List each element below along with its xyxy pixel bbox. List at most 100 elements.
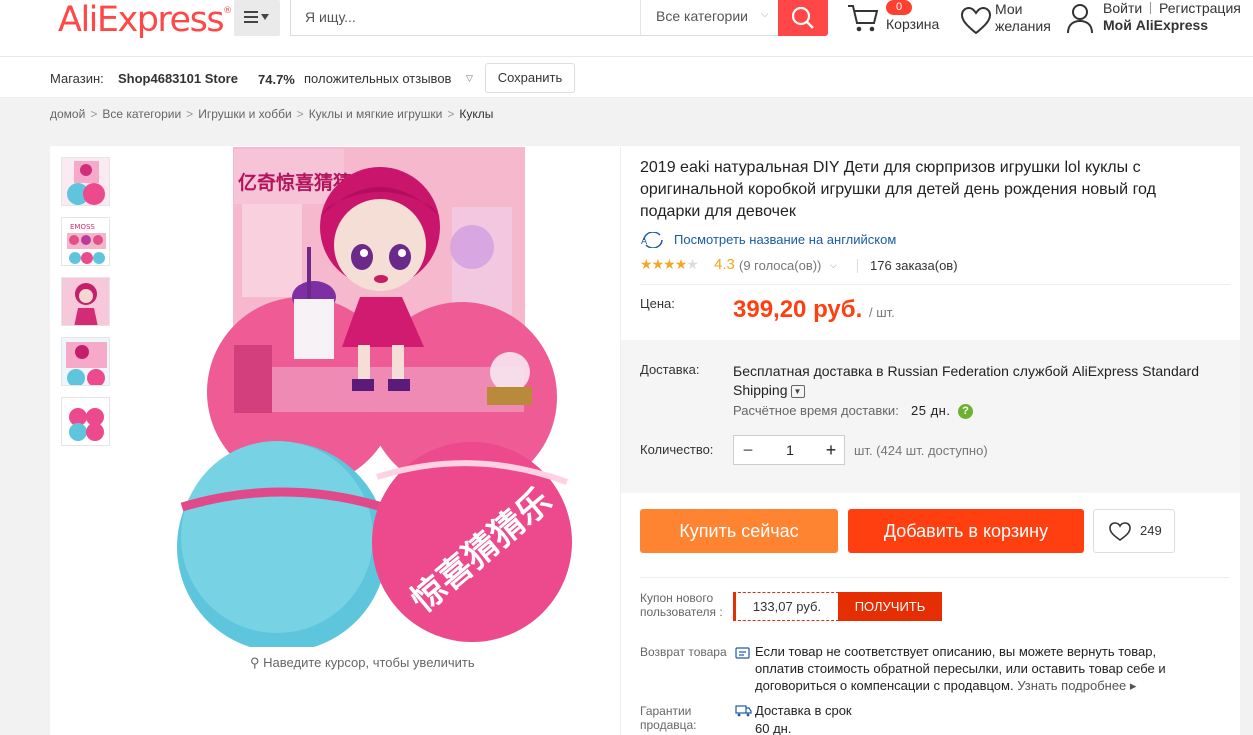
search-button[interactable] (778, 0, 828, 36)
coupon-value: 133,07 руб. (733, 592, 839, 621)
thumbnail-caption: EMOSS (70, 223, 95, 231)
chevron-down-icon: ⌵ (761, 9, 769, 20)
quantity-input[interactable]: 1 (762, 436, 818, 464)
product-photo: 亿奇惊喜猜猜乐 惊喜猜猜乐 (142, 147, 618, 647)
search-icon (791, 6, 814, 29)
login-link[interactable]: Войти (1103, 0, 1142, 16)
orders-count: 176 заказа(ов) (870, 258, 958, 273)
return-label: Возврат товара (640, 645, 727, 659)
chevron-down-icon: ⌵ (830, 260, 837, 270)
quantity-increase-button[interactable]: + (818, 436, 844, 464)
star-half-icon: ★ (686, 256, 699, 272)
guarantee-line-1: Доставка в срок (755, 703, 852, 718)
breadcrumb-separator: > (90, 107, 98, 121)
hamburger-icon (244, 11, 269, 23)
return-icon (735, 647, 750, 659)
help-icon[interactable]: ? (958, 404, 973, 419)
rating-stars: ★★★★★ (640, 256, 699, 273)
star-icon: ★ (663, 256, 676, 272)
product-title: 2019 eaki натуральная DIY Дети для сюрпр… (640, 159, 1156, 220)
main-product-image[interactable]: 亿奇惊喜猜猜乐 惊喜猜猜乐 (142, 147, 618, 647)
star-icon: ★ (651, 256, 665, 272)
guarantee-label: Гарантии продавца: (640, 704, 697, 732)
thumbnail-image: EMOSS (62, 218, 109, 265)
divider (640, 577, 1230, 578)
logo-text: AliExpress (58, 0, 225, 40)
zoom-hint: ⚲ Наведите курсор, чтобы увеличить (250, 655, 475, 671)
votes-link[interactable]: (9 голоса(ов)) (739, 258, 821, 273)
thumbnail-image (62, 278, 109, 325)
thumbnail-image (62, 398, 109, 445)
product-thumbnail[interactable] (61, 157, 110, 206)
price-value: 399,20 руб. (733, 296, 863, 323)
quantity-decrease-button[interactable]: − (734, 436, 762, 464)
quantity-label: Количество: (640, 442, 714, 457)
thumbnail-image (62, 338, 109, 385)
user-icon[interactable] (1066, 2, 1094, 34)
breadcrumb-all-categories[interactable]: Все категории (102, 107, 181, 121)
delivery-time-label: Расчётное время доставки: (733, 403, 899, 418)
add-to-wishlist-button[interactable]: 249 (1093, 509, 1175, 553)
price-unit: / шт. (869, 305, 895, 320)
breadcrumb-dolls-soft-toys[interactable]: Куклы и мягкие игрушки (309, 107, 443, 121)
shipping-info: Бесплатная доставка в Russian Federation… (733, 362, 1223, 400)
buy-now-button[interactable]: Купить сейчас (640, 509, 838, 553)
star-icon: ★ (640, 256, 653, 272)
aliexpress-logo[interactable]: AliExpress® (58, 0, 232, 40)
shipping-label: Доставка: (640, 362, 700, 377)
get-coupon-button[interactable]: ПОЛУЧИТЬ (838, 592, 942, 621)
view-english-title-link[interactable]: Посмотреть название на английском (674, 232, 896, 247)
zoom-hint-text: Наведите курсор, чтобы увеличить (263, 655, 475, 670)
rating-value: 4.3 (714, 256, 735, 273)
search-category-select[interactable]: Все категории (656, 8, 748, 24)
breadcrumb-toys-hobbies[interactable]: Игрушки и хобби (198, 107, 291, 121)
quantity-stepper: − 1 + (733, 435, 845, 465)
store-feedback-link[interactable]: положительных отзывов (304, 71, 451, 86)
divider (640, 284, 1230, 285)
search-bar: Все категории ⌵ (290, 0, 780, 36)
cart-icon[interactable] (846, 2, 880, 34)
add-to-cart-button[interactable]: Добавить в корзину (848, 509, 1084, 553)
breadcrumb-separator: > (447, 107, 455, 121)
product-thumbnail[interactable]: EMOSS (61, 217, 110, 266)
wishlist-label-line2: желания (995, 18, 1051, 34)
wishlist-count: 249 (1140, 523, 1162, 538)
cart-count-badge: 0 (886, 0, 912, 15)
store-name-link[interactable]: Shop4683101 Store (118, 71, 238, 86)
logo-registered-mark: ® (223, 6, 233, 16)
save-store-button[interactable]: Сохранить (485, 63, 575, 93)
guarantee-text: Доставка в срок 60 дн. (755, 702, 895, 735)
categories-menu-button[interactable] (234, 0, 280, 36)
cart-link[interactable]: Корзина (886, 16, 939, 32)
product-thumbnail[interactable] (61, 277, 110, 326)
my-aliexpress-link[interactable]: Мой AliExpress (1103, 17, 1208, 33)
product-thumbnail[interactable] (61, 397, 110, 446)
rating-divider (857, 259, 858, 273)
breadcrumb-home[interactable]: домой (50, 107, 85, 121)
price-label: Цена: (640, 296, 675, 311)
search-input[interactable] (305, 9, 625, 25)
shipping-free-text: Бесплатная доставка в (733, 363, 884, 379)
return-policy-text: Если товар не соответствует описанию, вы… (755, 643, 1205, 694)
chevron-down-icon[interactable]: ▼ (790, 384, 805, 398)
wishlist-link[interactable]: Мои желания (995, 1, 1055, 35)
quantity-available: шт. (424 шт. доступно) (854, 443, 988, 458)
product-thumbnail[interactable] (61, 337, 110, 386)
heart-icon[interactable] (960, 6, 992, 36)
guarantee-line-2: 60 дн. (755, 721, 792, 735)
thumbnail-image (62, 158, 109, 205)
site-header: AliExpress® Все категории ⌵ 0 Корзина Мо… (0, 0, 1253, 57)
magnifier-icon: ⚲ (250, 655, 260, 670)
learn-more-link[interactable]: Узнать подробнее ▸ (1017, 678, 1136, 693)
breadcrumb-dolls[interactable]: Куклы (459, 107, 493, 121)
store-bar: Магазин: Shop4683101 Store 74.7% положит… (0, 57, 1253, 98)
truck-icon (735, 705, 752, 717)
delivery-time-value: 25 дн. (911, 403, 951, 418)
translate-icon: A (641, 232, 663, 248)
register-link[interactable]: Регистрация (1159, 0, 1241, 16)
breadcrumb-separator: > (186, 107, 194, 121)
store-positive-percent: 74.7% (258, 72, 295, 87)
star-icon: ★ (674, 256, 688, 272)
search-divider (640, 0, 641, 35)
page-scrollbar[interactable] (1240, 98, 1253, 735)
